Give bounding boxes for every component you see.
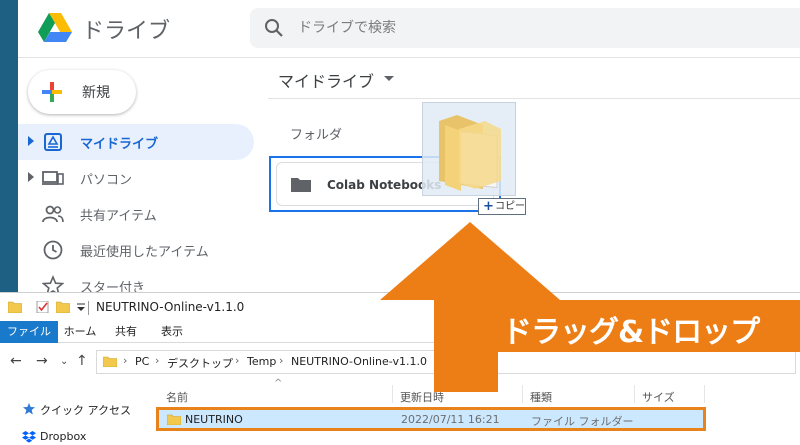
column-header-size[interactable]: サイズ: [642, 389, 675, 405]
folder-icon: [103, 356, 117, 367]
row-modified: 2022/07/11 16:21: [401, 413, 500, 426]
breadcrumb-chevron-icon[interactable]: ›: [155, 354, 159, 367]
chevron-down-icon[interactable]: [384, 76, 394, 81]
new-button-label: 新規: [82, 85, 110, 101]
dropbox-icon: [22, 431, 36, 443]
sidebar-item-label: パソコン: [80, 173, 133, 188]
breadcrumb-segment[interactable]: Temp: [247, 355, 276, 368]
back-arrow-icon[interactable]: ←: [10, 353, 22, 369]
tree-item-dropbox[interactable]: Dropbox: [40, 430, 86, 443]
my-drive-icon: [44, 133, 62, 151]
star-icon: [23, 403, 35, 415]
copy-label: コピー: [495, 201, 525, 212]
divider: [88, 301, 89, 315]
table-row[interactable]: NEUTRINO 2022/07/11 16:21 ファイル フォルダー: [156, 407, 706, 431]
breadcrumb-segment[interactable]: デスクトップ: [167, 355, 233, 371]
tab-file[interactable]: ファイル: [0, 321, 58, 343]
breadcrumb[interactable]: マイドライブ: [278, 68, 374, 92]
row-type: ファイル フォルダー: [531, 415, 634, 428]
window-title: NEUTRINO-Online-v1.1.0: [96, 300, 245, 314]
search-input[interactable]: [298, 8, 778, 48]
breadcrumb-chevron-icon[interactable]: ›: [123, 354, 127, 367]
expand-caret-icon[interactable]: [28, 136, 34, 146]
shared-icon: [42, 205, 64, 223]
properties-check-icon[interactable]: [36, 301, 50, 313]
sidebar-item-my-drive[interactable]: マイドライブ: [18, 124, 254, 160]
new-button[interactable]: 新規: [28, 70, 136, 114]
tab-view[interactable]: 表示: [150, 321, 194, 343]
column-divider[interactable]: [634, 385, 635, 403]
new-folder-icon[interactable]: [56, 301, 70, 313]
desktop-background-strip: [0, 0, 18, 300]
section-label-folders: フォルダ: [290, 128, 343, 143]
tree-item-quick-access[interactable]: クイック アクセス: [40, 402, 131, 418]
caption-text: ドラッグ&ドロップ: [502, 315, 760, 350]
column-divider[interactable]: [704, 385, 705, 403]
expand-caret-icon[interactable]: [28, 172, 34, 182]
breadcrumb-chevron-icon[interactable]: ›: [235, 354, 239, 367]
divider: [268, 98, 800, 99]
drag-ghost: [422, 102, 516, 196]
caption-banner: ドラッグ&ドロップ: [494, 300, 800, 352]
tab-home[interactable]: ホーム: [58, 321, 102, 343]
sidebar-item-label: マイドライブ: [80, 137, 159, 152]
folder-icon: [167, 414, 181, 425]
sidebar-item-shared[interactable]: 共有アイテム: [18, 196, 254, 232]
computers-icon: [42, 171, 64, 185]
breadcrumb-chevron-icon[interactable]: ›: [279, 354, 283, 367]
search-bar[interactable]: [250, 8, 800, 48]
drive-logo-icon[interactable]: [38, 10, 72, 44]
breadcrumb-segment[interactable]: PC: [135, 355, 149, 368]
copy-badge: + コピー: [478, 198, 526, 215]
sidebar-item-recent[interactable]: 最近使用したアイテム: [18, 232, 254, 268]
customize-dropdown-icon[interactable]: [74, 301, 88, 313]
tab-share[interactable]: 共有: [104, 321, 148, 343]
folder-icon: [8, 301, 22, 313]
clock-icon: [43, 240, 63, 260]
sidebar-item-label: 最近使用したアイテム: [80, 245, 209, 260]
search-icon[interactable]: [264, 18, 284, 38]
plus-icon: +: [483, 199, 494, 214]
recent-locations-chevron-icon[interactable]: ⌄: [60, 356, 68, 367]
drive-header: ドライブ: [18, 0, 800, 58]
row-name: NEUTRINO: [185, 413, 243, 426]
sidebar-item-computers[interactable]: パソコン: [18, 160, 254, 196]
sidebar-item-label: 共有アイテム: [80, 209, 157, 224]
app-title: ドライブ: [82, 19, 171, 44]
column-header-name[interactable]: 名前: [166, 389, 188, 405]
up-arrow-icon[interactable]: ↑: [76, 353, 88, 369]
navigation-pane: クイック アクセス Dropbox: [0, 383, 150, 445]
plus-icon: [42, 82, 62, 102]
dragged-folder-icon: [439, 115, 501, 191]
forward-arrow-icon[interactable]: →: [36, 353, 48, 369]
